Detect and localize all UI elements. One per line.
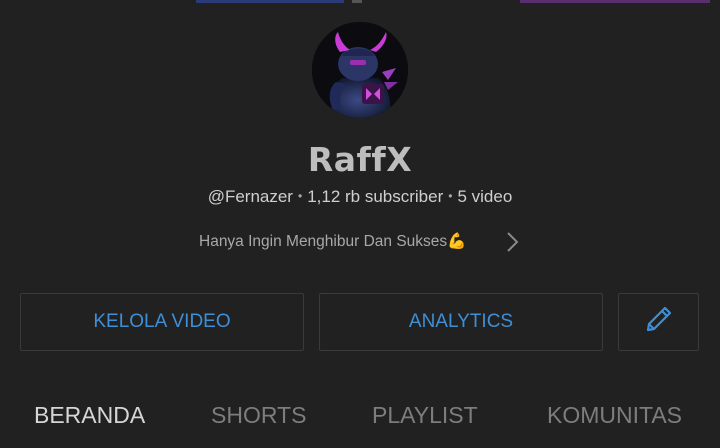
channel-handle: @Fernazer	[207, 187, 293, 206]
banner-segment	[196, 0, 344, 3]
pencil-icon	[642, 302, 676, 342]
video-count: 5 video	[457, 187, 513, 206]
subscriber-count: 1,12 rb subscriber	[307, 187, 444, 206]
banner-segment	[352, 0, 362, 3]
tab-beranda[interactable]: BERANDA	[34, 402, 145, 429]
banner-segment	[520, 0, 710, 3]
tab-playlist[interactable]: PLAYLIST	[372, 402, 478, 429]
chevron-right-icon[interactable]	[504, 230, 522, 259]
channel-avatar[interactable]	[312, 22, 408, 118]
pekka-avatar-icon	[312, 22, 408, 118]
analytics-button[interactable]: ANALYTICS	[319, 293, 603, 351]
edit-channel-button[interactable]	[618, 293, 699, 351]
channel-page: RaffX @Fernazer • 1,12 rb subscriber • 5 vid…	[0, 0, 720, 448]
channel-meta: @Fernazer • 1,12 rb subscriber • 5 video	[0, 187, 720, 207]
channel-description: Hanya Ingin Menghibur Dan Sukses💪	[199, 233, 467, 250]
channel-banner[interactable]	[0, 0, 720, 4]
tab-shorts[interactable]: SHORTS	[211, 402, 306, 429]
channel-tabs: BERANDA SHORTS PLAYLIST KOMUNITAS	[0, 400, 720, 440]
tab-komunitas[interactable]: KOMUNITAS	[547, 402, 682, 429]
channel-description-row[interactable]: Hanya Ingin Menghibur Dan Sukses💪	[0, 230, 720, 254]
manage-videos-button[interactable]: KELOLA VIDEO	[20, 293, 304, 351]
channel-name: RaffX	[307, 140, 413, 179]
meta-separator: •	[448, 189, 453, 203]
meta-separator: •	[297, 189, 303, 203]
